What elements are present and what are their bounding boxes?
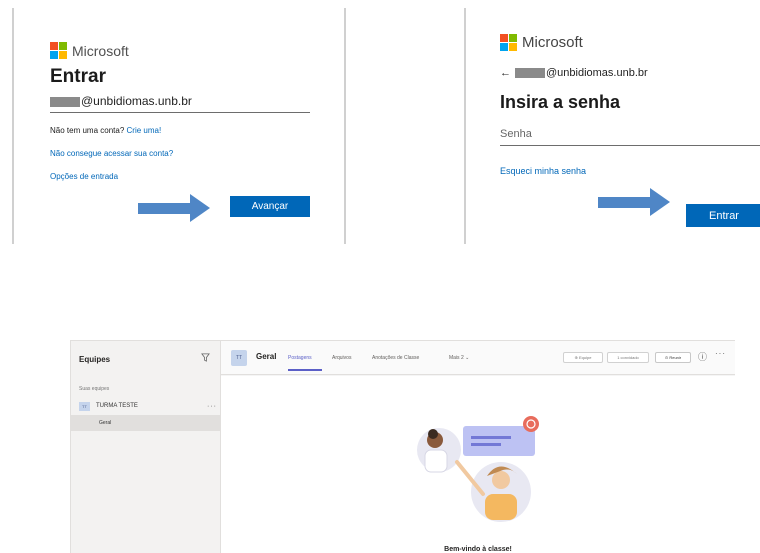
pointer-arrow-icon [138,194,210,222]
cant-access-link[interactable]: Não consegue acessar sua conta? [50,149,173,158]
tab-postagens[interactable]: Postagens [288,355,312,361]
teams-main: TT Geral Postagens Arquivos Anotações de… [221,341,735,553]
microsoft-logo: Microsoft [50,42,129,59]
tab-arquivos[interactable]: Arquivos [332,355,351,361]
screenshot-stage: Microsoft Entrar @unbidiomas.unb.br Não … [0,0,760,553]
microsoft-brand-text: Microsoft [522,34,583,51]
microsoft-logo: Microsoft [500,34,583,51]
teams-sidebar: Equipes Suas equipes TT TURMA TESTE ··· … [71,341,221,553]
channel-header: TT Geral Postagens Arquivos Anotações de… [221,341,735,375]
back-arrow-icon[interactable]: ← [500,67,511,79]
email-suffix: @unbidiomas.unb.br [546,67,648,79]
signin-options-link[interactable]: Opções de entrada [50,172,118,181]
no-account-text: Não tem uma conta? [50,126,125,135]
teams-window: Equipes Suas equipes TT TURMA TESTE ··· … [70,340,735,553]
team-button[interactable]: ⊕ Equipe [563,352,603,363]
create-account-link[interactable]: Crie uma! [127,126,162,135]
signin-button[interactable]: Entrar [686,204,760,227]
email-suffix: @unbidiomas.unb.br [81,94,192,108]
tab-mais[interactable]: Mais 2 ⌄ [449,355,469,361]
forgot-password-link[interactable]: Esqueci minha senha [500,166,586,176]
welcome-illustration [417,416,539,522]
channel-avatar: TT [231,350,247,366]
redacted-username [50,96,80,107]
team-avatar: TT [79,401,90,411]
posts-area: Bem-vindo à classe! [221,376,735,553]
password-field[interactable]: Senha [500,128,760,146]
redacted-username [515,68,545,79]
password-title: Insira a senha [500,92,621,112]
no-account-line: Não tem uma conta? Crie uma! [50,126,161,135]
meet-button[interactable]: ⊙ Reunir [655,352,691,363]
your-teams-label: Suas equipes [79,386,110,392]
microsoft-brand-text: Microsoft [72,42,129,59]
channel-item-geral[interactable]: Geral [71,415,221,431]
microsoft-squares-icon [50,42,67,59]
welcome-text: Bem-vindo à classe! [444,546,512,553]
email-field[interactable]: @unbidiomas.unb.br [50,94,310,113]
filter-icon[interactable] [201,353,210,364]
microsoft-squares-icon [500,34,517,51]
team-item[interactable]: TT TURMA TESTE ··· [79,400,217,412]
team-more-icon[interactable]: ··· [207,403,217,410]
pointer-arrow-icon [598,188,670,216]
channel-title: Geral [256,352,277,361]
signin-password-panel: Microsoft ← @unbidiomas.unb.br Insira a … [464,8,760,244]
signin-title: Entrar [50,66,106,87]
account-identity-line: ← @unbidiomas.unb.br [500,67,648,79]
team-name: TURMA TESTE [96,403,138,409]
info-icon[interactable]: ⓘ [698,350,707,363]
teams-sidebar-heading: Equipes [79,355,111,364]
active-tab-indicator [288,369,322,371]
signin-email-panel: Microsoft Entrar @unbidiomas.unb.br Não … [12,8,346,244]
more-options-icon[interactable]: ··· [715,349,726,358]
guest-count-button[interactable]: 1 convidado [607,352,649,363]
next-button[interactable]: Avançar [230,196,310,217]
tab-anotacoes[interactable]: Anotações de Classe [372,355,419,361]
